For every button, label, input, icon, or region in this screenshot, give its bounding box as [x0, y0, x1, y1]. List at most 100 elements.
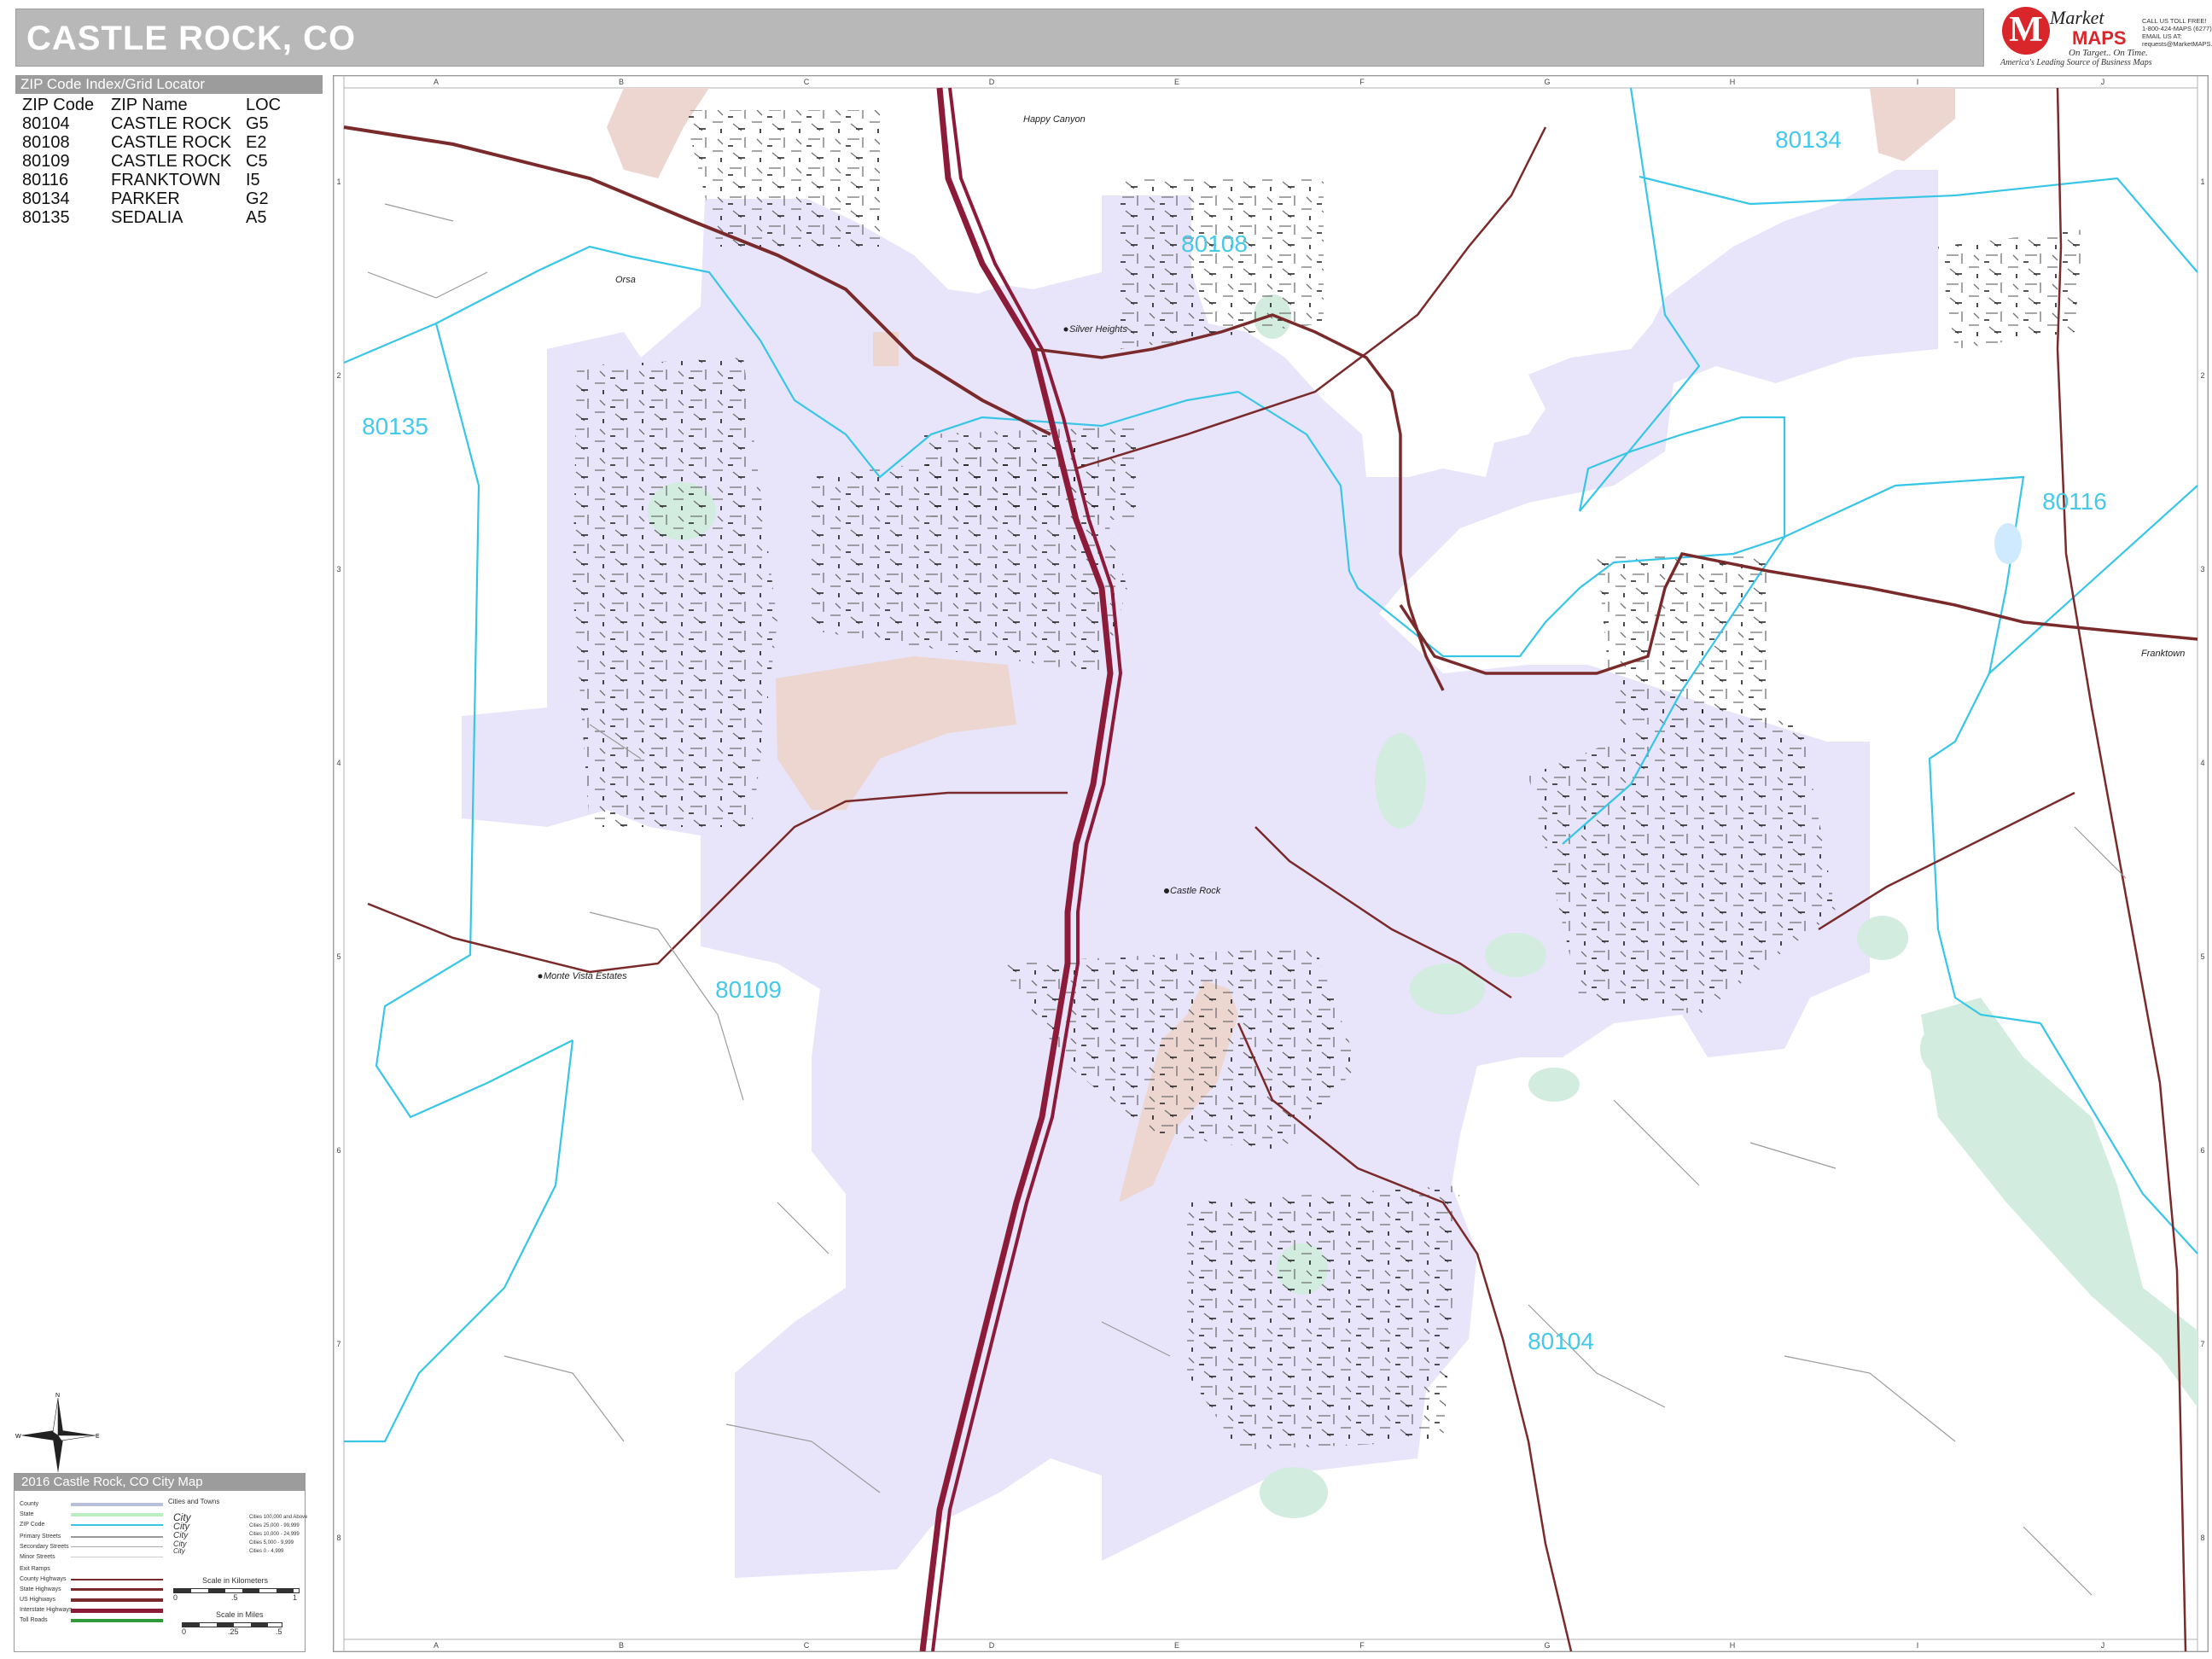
grid-strip-left [334, 76, 345, 1651]
zip-boundary [344, 1039, 574, 1443]
loc-cell: G5 [246, 114, 269, 133]
grid-row-label: 8 [2200, 1534, 2204, 1542]
contact-line: CALL US TOLL FREE! [2142, 17, 2207, 25]
grid-row-label: 6 [336, 1146, 341, 1155]
legend-population-class: Cities 25,000 - 99,999 [249, 1523, 300, 1528]
grid-col-label: A [434, 78, 439, 86]
street-network [573, 358, 777, 827]
grid-row-label: 7 [2200, 1340, 2204, 1348]
compass-north: N [55, 1393, 60, 1399]
compass-west: W [15, 1434, 21, 1440]
grid-col-label: I [1917, 78, 1919, 86]
park-area [1857, 916, 1908, 960]
place-label: Orsa [615, 275, 636, 285]
legend-item: Secondary Streets [20, 1544, 69, 1550]
legend-swatch-state-hwy [71, 1588, 163, 1591]
grid-col-label: F [1359, 78, 1365, 86]
logo-contact: CALL US TOLL FREE! 1-800-424-MAPS (6277)… [2142, 17, 2212, 48]
zip-index-header: ZIP Code Index/Grid Locator [15, 75, 323, 94]
grid-row-label: 2 [336, 371, 341, 380]
legend-population-class: Cities 0 - 4,999 [249, 1549, 284, 1554]
contact-line: 1-800-424-MAPS (6277) [2142, 25, 2212, 32]
grid-row-label: 2 [2200, 371, 2204, 380]
place-label: Happy Canyon [1023, 114, 1086, 125]
legend-item: State Highways [20, 1586, 61, 1592]
park-area [1410, 963, 1485, 1015]
grid-row-label: 4 [2200, 759, 2204, 767]
grid-strip-right [2197, 76, 2208, 1651]
legend-swatch-county [71, 1503, 163, 1506]
legend-scale-km-label: Scale in Kilometers [202, 1576, 269, 1585]
zip-index-column-headers: ZIP Code ZIP Name LOC [15, 96, 281, 114]
zip-label: 80104 [1528, 1328, 1594, 1354]
legend-item: Interstate Highways [20, 1607, 73, 1613]
grid-row-label: 8 [336, 1534, 341, 1542]
loc-cell: E2 [246, 133, 267, 152]
legend-header: 2016 Castle Rock, CO City Map [15, 1474, 305, 1491]
legend-scale-tick: .25 [228, 1627, 239, 1636]
legend-population-class: Cities 5,000 - 9,999 [249, 1540, 294, 1545]
legend-item: Primary Streets [20, 1534, 61, 1540]
map-svg[interactable]: A B C D E F G H I J A B C D E F G H I J … [334, 76, 2208, 1651]
place-label: Castle Rock [1170, 886, 1221, 896]
loc-cell: A5 [246, 208, 267, 227]
logo-tagline: On Target.. On Time. [2069, 48, 2148, 58]
zip-code-index: ZIP Code Index/Grid Locator ZIP Code ZIP… [15, 75, 323, 227]
legend-item: US Highways [20, 1597, 56, 1603]
table-row: 80135 SEDALIA A5 [15, 208, 281, 227]
loc-cell: G2 [246, 189, 269, 208]
place-label: Franktown [2141, 649, 2185, 659]
legend-item: County Highways [20, 1576, 67, 1582]
legend-item: Exit Ramps [20, 1566, 50, 1572]
zip-code-cell: 80135 [22, 208, 70, 227]
table-row: 80108 CASTLE ROCK E2 [15, 133, 281, 152]
grid-col-label: C [804, 78, 810, 86]
logo-brand-maps: MAPS [2072, 27, 2127, 49]
column-header: ZIP Code [22, 96, 95, 114]
park-area [1920, 1023, 1965, 1074]
grid-col-label: A [434, 1641, 439, 1650]
zip-name-cell: PARKER [111, 189, 180, 208]
grid-col-label: I [1917, 1641, 1919, 1650]
compass-rose-icon: N S W E [15, 1393, 101, 1480]
legend-swatch-interstate [71, 1609, 163, 1613]
zip-code-cell: 80108 [22, 133, 70, 152]
zip-code-cell: 80134 [22, 189, 70, 208]
compass-east: E [96, 1434, 100, 1440]
place-label: Monte Vista Estates [544, 971, 627, 981]
grid-strip-top [334, 76, 2208, 89]
zip-code-cell: 80109 [22, 152, 70, 171]
logo-letter: M [2009, 10, 2043, 49]
grid-row-label: 5 [2200, 952, 2204, 961]
city-marker-icon [538, 974, 543, 979]
legend-item: ZIP Code [20, 1522, 45, 1528]
grid-row-label: 1 [336, 178, 341, 186]
legend-item: Minor Streets [20, 1554, 55, 1560]
grid-row-label: 3 [336, 565, 341, 573]
grid-row-label: 4 [336, 759, 341, 767]
title-bar: CASTLE ROCK, CO [15, 9, 1984, 67]
grid-row-label: 7 [336, 1340, 341, 1348]
table-row: 80104 CASTLE ROCK G5 [15, 114, 281, 133]
street-network [684, 110, 880, 247]
logo-brand-market: Market [2050, 7, 2104, 28]
park-area [1528, 1068, 1580, 1102]
grid-col-label: C [804, 1641, 810, 1650]
legend-item: County [20, 1501, 39, 1507]
city-marker-icon [1164, 888, 1169, 894]
grid-col-label: F [1359, 1641, 1365, 1650]
legend-swatch-toll [71, 1619, 163, 1622]
grid-col-label: J [2101, 1641, 2105, 1650]
golf-course-area [1870, 88, 1955, 161]
street-network [1597, 554, 1767, 725]
grid-col-label: D [989, 78, 995, 86]
grid-col-label: D [989, 1641, 995, 1650]
legend-city-sample: City [173, 1547, 185, 1555]
legend-scale-mi-label: Scale in Miles [216, 1610, 264, 1619]
place-label: Silver Heights [1069, 324, 1127, 335]
table-row: 80109 CASTLE ROCK C5 [15, 152, 281, 171]
legend-scale-tick: 0 [182, 1627, 187, 1636]
legend-swatch-zip [71, 1524, 163, 1526]
map-canvas[interactable]: A B C D E F G H I J A B C D E F G H I J … [333, 75, 2209, 1652]
park-area [1260, 1467, 1328, 1518]
